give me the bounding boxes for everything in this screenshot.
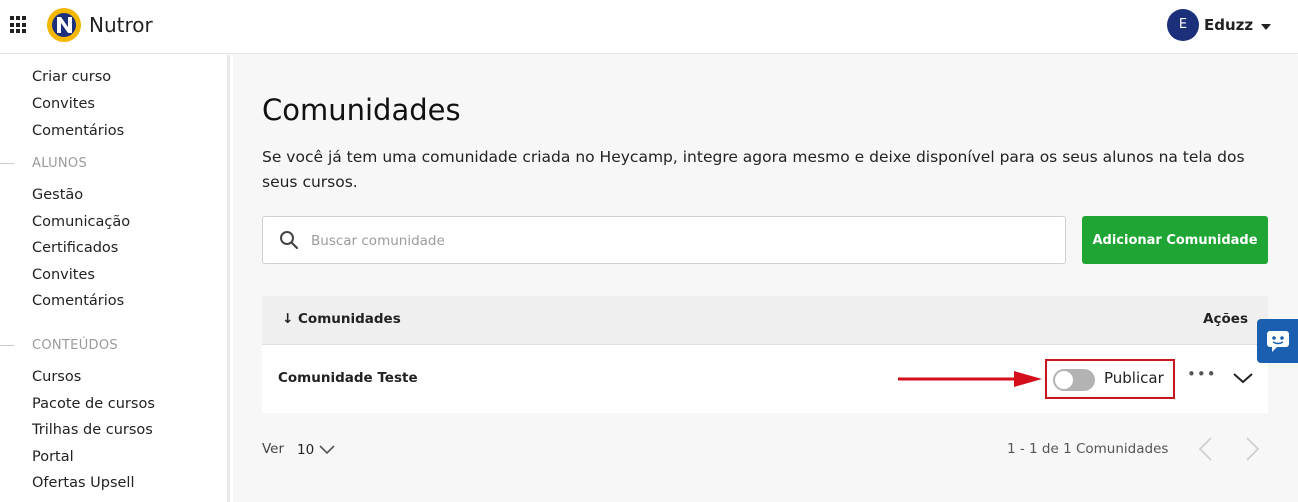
sidebar-item-convites[interactable]: Convites <box>32 96 95 112</box>
pagination-info: 1 - 1 de 1 Comunidades <box>1007 441 1169 457</box>
chevron-down-icon[interactable] <box>1232 371 1254 385</box>
apps-grid-icon[interactable] <box>10 16 28 34</box>
column-header-comunidades[interactable]: ↓ Comunidades <box>282 311 401 327</box>
search-icon <box>280 231 299 250</box>
page-title: Comunidades <box>262 93 461 127</box>
per-page-label: Ver <box>262 441 285 457</box>
sidebar-item-pacote-de-cursos[interactable]: Pacote de cursos <box>32 396 155 412</box>
search-input[interactable] <box>311 229 1051 253</box>
annotation-arrow-icon <box>898 371 1042 387</box>
publish-highlight-box: Publicar <box>1045 359 1175 399</box>
avatar[interactable]: E <box>1167 9 1199 41</box>
table-row: Comunidade Teste Publicar ••• <box>262 345 1268 413</box>
sidebar-divider <box>0 163 14 164</box>
sidebar-item-ofertas-upsell[interactable]: Ofertas Upsell <box>32 475 134 491</box>
sidebar-section-alunos: ALUNOS <box>32 156 88 171</box>
publish-toggle[interactable] <box>1053 369 1095 391</box>
sidebar-item-trilhas-de-cursos[interactable]: Trilhas de cursos <box>32 422 153 438</box>
top-bar: Nutror E Eduzz <box>0 0 1298 54</box>
chevron-right-icon[interactable] <box>1245 436 1261 462</box>
sidebar-item-gestao[interactable]: Gestão <box>32 187 83 203</box>
sidebar-item-portal[interactable]: Portal <box>32 449 74 465</box>
sidebar-item-comentarios[interactable]: Comentários <box>32 123 124 139</box>
chevron-left-icon[interactable] <box>1197 436 1213 462</box>
user-menu-caret-icon[interactable] <box>1261 24 1271 30</box>
search-box[interactable] <box>262 216 1066 264</box>
sidebar-item-criar-curso[interactable]: Criar curso <box>32 69 111 85</box>
chevron-down-icon[interactable] <box>319 445 335 455</box>
add-community-button[interactable]: Adicionar Comunidade <box>1082 216 1268 264</box>
publish-label: Publicar <box>1104 369 1164 387</box>
chat-button[interactable] <box>1257 319 1298 363</box>
sidebar-item-certificados[interactable]: Certificados <box>32 240 118 256</box>
sidebar-item-cursos[interactable]: Cursos <box>32 369 81 385</box>
sidebar: Criar curso Convites Comentários ALUNOS … <box>0 55 230 502</box>
sidebar-divider <box>0 345 14 346</box>
page-description: Se você já tem uma comunidade criada no … <box>262 148 1245 191</box>
more-horizontal-icon[interactable]: ••• <box>1187 365 1217 383</box>
sidebar-item-convites-alunos[interactable]: Convites <box>32 267 95 283</box>
community-name: Comunidade Teste <box>278 370 418 386</box>
main-content: Comunidades Se você já tem uma comunidad… <box>233 55 1298 502</box>
column-header-acoes: Ações <box>1203 311 1248 327</box>
chat-icon <box>1267 331 1289 352</box>
sidebar-section-conteudos: CONTEÚDOS <box>32 338 118 353</box>
table-header: ↓ Comunidades Ações <box>262 296 1268 345</box>
sidebar-item-comentarios-alunos[interactable]: Comentários <box>32 293 124 309</box>
user-name[interactable]: Eduzz <box>1204 16 1253 34</box>
toggle-knob <box>1055 371 1073 389</box>
per-page-select[interactable]: 10 <box>297 442 314 458</box>
nutror-logo[interactable] <box>46 7 82 43</box>
brand-name: Nutror <box>89 13 153 37</box>
sidebar-item-comunicacao[interactable]: Comunicação <box>32 214 130 230</box>
